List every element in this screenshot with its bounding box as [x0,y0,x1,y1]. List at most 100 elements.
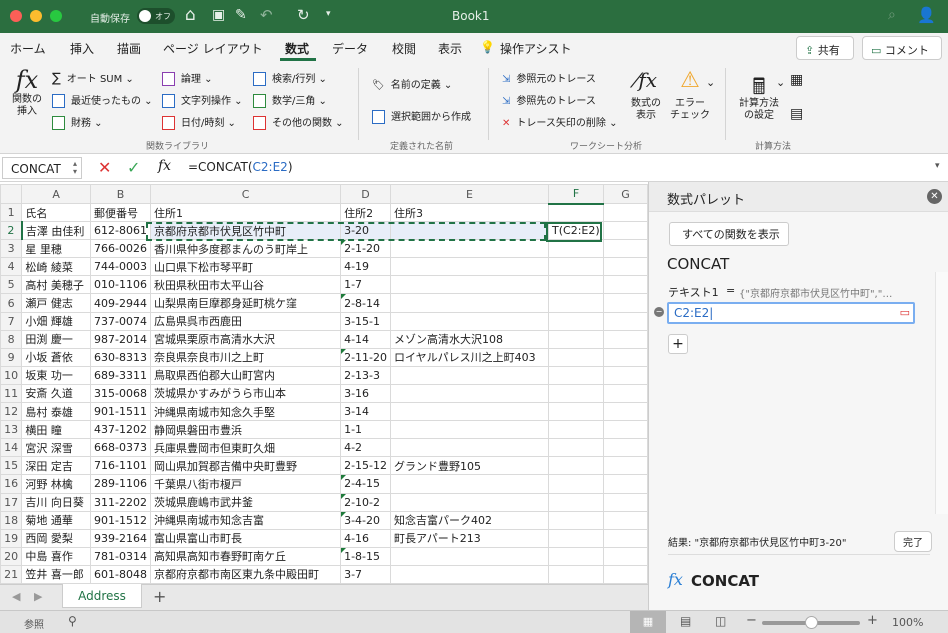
cell-C14[interactable]: 兵庫県豊岡市但東町久畑 [149,438,342,458]
cell-D13[interactable]: 1-1 [340,420,392,440]
cell-C9[interactable]: 奈良県奈良市川之上町 [149,347,342,367]
cell-D10[interactable]: 2-13-3 [340,365,392,385]
cell-A18[interactable]: 菊地 通華 [21,510,92,530]
cell-C20[interactable]: 高知県高知市春野町南ケ丘 [149,546,342,566]
cell-F11[interactable] [548,383,604,404]
column-header[interactable]: E [390,184,550,204]
cell-F20[interactable] [548,546,604,566]
cell-A12[interactable]: 島村 泰雄 [21,402,92,422]
cell-D12[interactable]: 3-14 [340,402,392,422]
cell-B11[interactable]: 315-0068 [90,383,151,404]
collapse-dialog-icon[interactable]: ▭ [900,306,910,319]
cell-F14[interactable] [548,438,604,458]
row-header[interactable]: 19 [0,528,23,548]
cell-E12[interactable] [390,402,550,422]
cell-G11[interactable] [602,383,648,404]
home-icon[interactable]: ⌂ [185,5,196,25]
cell-B5[interactable]: 010-1106 [90,275,151,295]
cell-A2[interactable]: 吉澤 由佳利 [21,221,92,241]
cell-G20[interactable] [602,546,648,566]
cell-F5[interactable] [548,275,604,295]
page-break-view-icon[interactable]: ◫ [715,614,726,628]
cell-D15[interactable]: 2-15-12 [340,456,392,476]
cell-D9[interactable]: 2-11-20 [340,347,392,367]
cell-F1[interactable] [548,202,604,223]
cell-C7[interactable]: 広島県呉市西鹿田 [149,311,342,331]
tab-page-layout[interactable]: ページ レイアウト [163,40,263,57]
cell-C1[interactable]: 住所1 [149,202,342,223]
expand-formula-bar-icon[interactable]: ▾ [935,161,940,171]
tab-data[interactable]: データ [332,40,368,57]
insert-function-button[interactable]: fx 関数の 挿入 [8,66,46,118]
cell-D17[interactable]: 2-10-2 [340,492,392,512]
column-header[interactable]: B [90,184,151,204]
help-function-name[interactable]: CONCAT [691,572,759,590]
row-header[interactable]: 18 [0,510,23,530]
cell-C21[interactable]: 京都府京都市南区東九条中殿田町 [149,564,342,584]
cell-A14[interactable]: 宮沢 深雪 [21,438,92,458]
show-all-functions-button[interactable]: すべての関数を表示 [669,222,789,246]
next-sheet-icon[interactable]: ▶ [34,590,42,603]
redo-icon[interactable]: ↻ [297,6,310,24]
cell-C11[interactable]: 茨城県かすみがうら市山本 [149,383,342,404]
cell-E11[interactable] [390,383,550,404]
cell-F13[interactable] [548,420,604,440]
cell-F7[interactable] [548,311,604,331]
row-header[interactable]: 6 [0,293,23,313]
cell-A3[interactable]: 星 里穂 [21,239,92,259]
calculate-now-icon[interactable]: ▦ [790,72,803,88]
column-header[interactable]: D [340,184,392,204]
cell-F19[interactable] [548,528,604,548]
cell-G21[interactable] [602,564,648,584]
close-pane-icon[interactable]: ✕ [927,189,942,204]
select-all-corner[interactable] [0,184,23,204]
row-header[interactable]: 7 [0,311,23,331]
date-time-button[interactable]: 日付/時刻 ⌄ [162,114,236,130]
cell-A11[interactable]: 安斎 久道 [21,383,92,404]
cell-B14[interactable]: 668-0373 [90,438,151,458]
column-header[interactable]: C [149,184,342,204]
cell-A7[interactable]: 小畑 輝雄 [21,311,92,331]
cell-C15[interactable]: 岡山県加賀郡吉備中央町豊野 [149,456,342,476]
tab-review[interactable]: 校閲 [392,40,416,57]
cell-E15[interactable]: グランド豊野105 [390,456,550,476]
cell-D18[interactable]: 3-4-20 [340,510,392,530]
cell-F2[interactable]: T(C2:E2) [548,221,604,241]
cell-F16[interactable] [548,474,604,494]
cell-E4[interactable] [390,257,550,277]
cell-F10[interactable] [548,365,604,385]
cell-B10[interactable]: 689-3311 [90,365,151,385]
cell-B3[interactable]: 766-0026 [90,239,151,259]
chevron-down-icon[interactable]: ⌄ [706,76,715,89]
cell-G3[interactable] [602,239,648,259]
cell-C6[interactable]: 山梨県南巨摩郡身延町桃ケ窪 [149,293,342,313]
cell-C17[interactable]: 茨城県鹿嶋市武井釜 [149,492,342,512]
cell-F15[interactable] [548,456,604,476]
edit-icon[interactable]: ✎ [235,7,247,23]
cell-G6[interactable] [602,293,648,313]
share-button[interactable]: ⇪ 共有 [796,36,854,60]
cell-B6[interactable]: 409-2944 [90,293,151,313]
cell-A1[interactable]: 氏名 [21,202,92,223]
cell-B19[interactable]: 939-2164 [90,528,151,548]
cell-G16[interactable] [602,474,648,494]
cell-E8[interactable]: メゾン高清水大沢108 [390,329,550,349]
lookup-button[interactable]: 検索/行列 ⌄ [253,70,327,86]
undo-icon[interactable]: ↶ [260,6,273,24]
cell-F6[interactable] [548,293,604,313]
row-header[interactable]: 12 [0,402,23,422]
math-trig-button[interactable]: 数学/三角 ⌄ [253,92,327,108]
prev-sheet-icon[interactable]: ◀ [12,590,20,603]
cell-G14[interactable] [602,438,648,458]
cell-D14[interactable]: 4-2 [340,438,392,458]
cell-F18[interactable] [548,510,604,530]
accessibility-icon[interactable]: ⚲ [68,614,77,628]
show-formulas-button[interactable]: ⁄fx 数式の 表示 [628,68,664,122]
row-header[interactable]: 15 [0,456,23,476]
cell-E13[interactable] [390,420,550,440]
cell-B7[interactable]: 737-0074 [90,311,151,331]
cell-G15[interactable] [602,456,648,476]
column-header[interactable]: A [21,184,92,204]
name-box[interactable]: CONCAT ▴ ▾ [2,157,82,179]
done-button[interactable]: 完了 [894,531,932,552]
